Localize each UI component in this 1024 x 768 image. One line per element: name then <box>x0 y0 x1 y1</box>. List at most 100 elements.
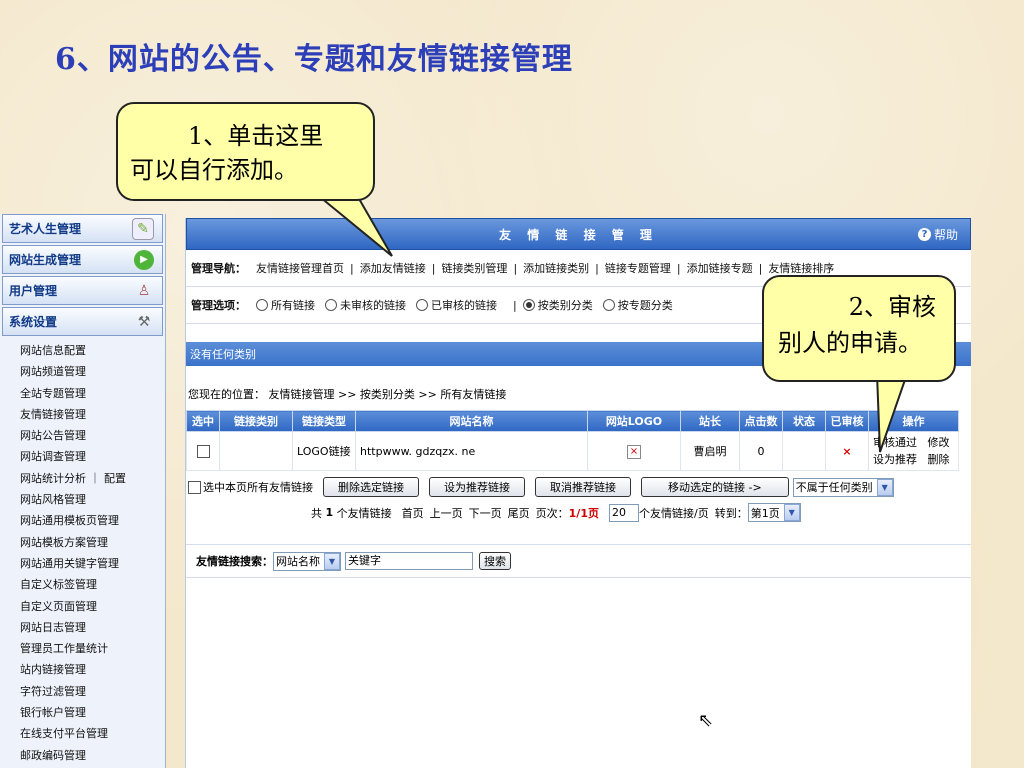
cell-status <box>782 431 826 471</box>
divider: | <box>595 261 599 275</box>
nav-link-add-topic[interactable]: 添加链接专题 <box>687 260 753 276</box>
search-label: 友情链接搜索： <box>196 555 273 568</box>
panel-title: 友 情 链 接 管 理 <box>499 227 658 242</box>
sidebar-item[interactable]: 友情链接管理 <box>20 404 165 425</box>
sidebar-section-label: 艺术人生管理 <box>9 222 82 236</box>
move-selected-button[interactable]: 移动选定的链接 -> <box>641 477 789 497</box>
radio-approved[interactable]: 已审核的链接 <box>416 297 497 313</box>
radio-label: 按类别分类 <box>537 299 593 312</box>
goto-page-select[interactable]: 第1页 ▼ <box>747 503 801 522</box>
sidebar-item[interactable]: 网站调查管理 <box>20 446 165 467</box>
help-link[interactable]: ? 帮助 <box>917 226 958 243</box>
sidebar-item[interactable]: 网站公告管理 <box>20 425 165 446</box>
cell-type: LOGO链接 <box>292 431 356 471</box>
next-page-link[interactable]: 下一页 <box>469 505 502 521</box>
callout-text: 别人的申请。 <box>778 329 922 357</box>
breadcrumb: 您现在的位置： 友情链接管理 >> 按类别分类 >> 所有友情链接 <box>188 388 507 401</box>
broken-image-icon: × <box>627 444 641 459</box>
pagination: 共 1 个友情链接 首页 上一页 下一页 尾页 页次： 1/1页 20 个友情链… <box>186 503 971 522</box>
search-field-select[interactable]: 网站名称 ▼ <box>273 551 341 571</box>
sidebar-item[interactable]: 网站通用模板页管理 <box>20 510 165 531</box>
callout-text: 1、单击这里 <box>188 122 324 150</box>
callout-text: 可以自行添加。 <box>130 156 298 184</box>
cancel-recommended-button[interactable]: 取消推荐链接 <box>535 477 631 497</box>
goto-label: 转到： <box>714 506 748 520</box>
sidebar-item[interactable]: 银行帐户管理 <box>20 702 165 723</box>
radio-by-topic[interactable]: 按专题分类 <box>602 297 673 313</box>
sidebar-item[interactable]: 网站通用关键字管理 <box>20 553 165 574</box>
sidebar-item[interactable]: 网站风格管理 <box>20 489 165 510</box>
divider: | <box>758 261 763 275</box>
select-value: 不属于任何类别 <box>795 481 873 494</box>
cell-clicks: 0 <box>739 431 783 471</box>
nav-link-add-category[interactable]: 添加链接类别 <box>523 260 589 276</box>
sidebar-item[interactable]: 自定义标签管理 <box>20 574 165 595</box>
sidebar-item[interactable]: 站内链接管理 <box>20 659 165 680</box>
divider: | <box>513 261 518 275</box>
sidebar-item[interactable]: 网站信息配置 <box>20 340 165 361</box>
cell-owner: 曹启明 <box>680 431 740 471</box>
nav-link-topics[interactable]: 链接专题管理 <box>605 260 671 276</box>
sidebar-section-system[interactable]: 系统设置 ⚒ <box>2 307 163 336</box>
sidebar-item[interactable]: 网站统计分析 ｜ 配置 <box>20 468 165 489</box>
radio-icon <box>256 299 268 311</box>
set-recommended-button[interactable]: 设为推荐链接 <box>429 477 525 497</box>
sidebar-item[interactable]: 网站模板方案管理 <box>20 532 165 553</box>
chevron-down-icon: ▼ <box>324 552 340 570</box>
search-input[interactable]: 关键字 <box>345 552 473 570</box>
sidebar-item[interactable]: 邮政编码管理 <box>20 745 165 766</box>
radio-label: 未审核的链接 <box>340 299 406 312</box>
cell-site-name[interactable]: httpwww. gdzqzx. ne <box>355 431 588 471</box>
sidebar-item[interactable]: 网站频道管理 <box>20 361 165 382</box>
sidebar-item[interactable]: 字符过滤管理 <box>20 681 165 702</box>
last-page-link[interactable]: 尾页 <box>508 505 530 521</box>
nav-link-sort[interactable]: 友情链接排序 <box>768 260 834 276</box>
first-page-link[interactable]: 首页 <box>402 505 424 521</box>
slide-title: 6、网站的公告、专题和友情链接管理 <box>55 42 573 77</box>
callout-text: 2、审核 <box>848 293 936 321</box>
sidebar-section-art[interactable]: 艺术人生管理 ✎ <box>2 214 163 243</box>
nav-link-categories[interactable]: 链接类别管理 <box>441 260 507 276</box>
prev-page-link[interactable]: 上一页 <box>430 505 463 521</box>
sidebar-item[interactable]: 网站日志管理 <box>20 617 165 638</box>
radio-all-links[interactable]: 所有链接 <box>256 297 315 313</box>
mouse-cursor-icon: ⇖ <box>698 710 714 731</box>
divider: | <box>676 261 681 275</box>
row-checkbox[interactable] <box>196 444 210 458</box>
col-header: 链接类型 <box>292 410 356 432</box>
sidebar-section-users[interactable]: 用户管理 ♙ <box>2 276 163 305</box>
select-value: 第1页 <box>750 506 780 520</box>
radio-icon <box>602 299 615 311</box>
callout-review: 2、审核 别人的申请。 <box>762 275 956 382</box>
per-page-input[interactable]: 20 <box>608 503 639 522</box>
radio-icon <box>325 299 337 311</box>
col-header: 状态 <box>782 410 826 432</box>
sidebar-section-generate[interactable]: 网站生成管理 ▶ <box>2 245 163 274</box>
help-label: 帮助 <box>933 227 958 242</box>
sidebar-section-label: 网站生成管理 <box>9 253 82 267</box>
divider: | <box>513 298 517 312</box>
sidebar-item[interactable]: 在线支付平台管理 <box>20 723 165 744</box>
options-label: 管理选项： <box>191 299 246 312</box>
radio-unapproved[interactable]: 未审核的链接 <box>325 297 406 313</box>
move-target-select[interactable]: 不属于任何类别 ▼ <box>792 477 894 497</box>
pager-text: 共 <box>311 506 322 520</box>
sidebar-item[interactable]: 全站专题管理 <box>20 383 165 404</box>
sidebar-menu-list: 网站信息配置 网站频道管理 全站专题管理 友情链接管理 网站公告管理 网站调查管… <box>0 338 165 766</box>
radio-label: 按专题分类 <box>617 299 673 312</box>
radio-label: 所有链接 <box>271 299 315 312</box>
delete-selected-button[interactable]: 删除选定链接 <box>323 477 419 497</box>
radio-by-category[interactable]: 按类别分类 <box>522 297 593 313</box>
sidebar-item[interactable]: 自定义页面管理 <box>20 596 165 617</box>
sidebar-item[interactable]: 管理员工作量统计 <box>20 638 165 659</box>
chevron-down-icon: ▼ <box>783 504 800 521</box>
select-all-checkbox[interactable] <box>188 480 201 494</box>
tools-icon: ⚒ <box>137 313 151 330</box>
help-icon: ? <box>917 227 931 241</box>
search-button[interactable]: 搜索 <box>479 552 511 570</box>
bulk-actions: 选中本页所有友情链接 删除选定链接 设为推荐链接 取消推荐链接 移动选定的链接 … <box>186 477 971 497</box>
radio-label: 已审核的链接 <box>431 299 497 312</box>
col-header: 链接类别 <box>219 410 293 432</box>
sidebar-section-label: 用户管理 <box>9 284 58 298</box>
radio-icon <box>416 299 428 311</box>
